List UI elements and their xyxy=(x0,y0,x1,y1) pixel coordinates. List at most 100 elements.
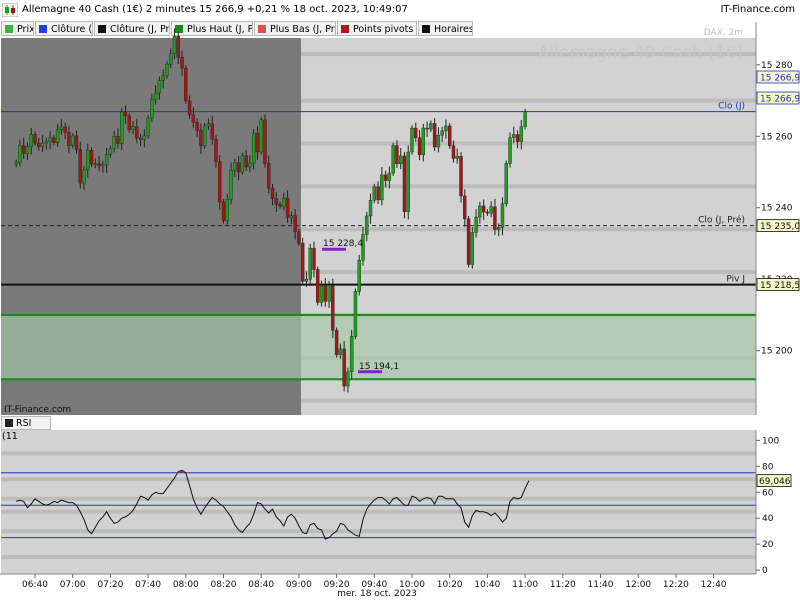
time-tick-label: 06:40 xyxy=(22,580,48,590)
candle-body xyxy=(387,172,392,181)
candle-body xyxy=(463,195,467,220)
candle-body xyxy=(55,129,60,143)
candle-body xyxy=(327,285,331,302)
candle-body xyxy=(312,247,316,270)
candle-body xyxy=(267,163,271,189)
candle-body xyxy=(331,285,335,331)
rsi-tick-label: 20 xyxy=(762,540,774,550)
candle-body xyxy=(63,126,67,133)
candle-body xyxy=(187,100,192,116)
rsi-grid-band xyxy=(1,555,756,560)
grid-band xyxy=(301,227,756,232)
candle-body xyxy=(116,136,120,144)
time-tick-label: 11:00 xyxy=(512,580,538,590)
site-watermark: IT-Finance.com xyxy=(4,405,71,415)
candle-body xyxy=(285,197,290,218)
rsi-grid-band xyxy=(1,451,756,456)
candle-body xyxy=(508,137,512,164)
candle-body xyxy=(52,137,56,143)
candle-body xyxy=(108,148,113,155)
candle-body xyxy=(229,170,233,200)
rsi-grid-band xyxy=(1,477,756,482)
rsi-tick-label: 100 xyxy=(762,436,779,446)
rsi-axis-background xyxy=(756,430,800,574)
price-tag-label: 15 235,0 xyxy=(760,222,800,232)
candle-body xyxy=(251,132,256,164)
time-tick-label: 09:00 xyxy=(286,580,312,590)
candle-body xyxy=(202,125,207,147)
time-tick-label: 07:20 xyxy=(97,580,123,590)
price-tag-label: 15 218,5 xyxy=(760,281,800,291)
candle-body xyxy=(146,117,150,137)
candle-body xyxy=(127,115,131,131)
candle-body xyxy=(504,163,508,205)
candle-body xyxy=(440,130,444,136)
level-label: Piv J xyxy=(726,275,745,285)
candle-body xyxy=(481,205,486,213)
candle-body xyxy=(131,126,135,131)
candle-body xyxy=(274,198,278,205)
candle-body xyxy=(395,145,399,164)
candle-body xyxy=(191,114,196,123)
candle-body xyxy=(500,203,505,228)
candle-body xyxy=(436,134,441,148)
candle-body xyxy=(21,145,26,154)
candle-body xyxy=(316,269,320,303)
candle-body xyxy=(349,336,354,372)
candle-body xyxy=(199,129,203,147)
candle-body xyxy=(429,123,433,130)
time-tick-label: 11:20 xyxy=(550,580,576,590)
candle-body xyxy=(455,156,459,159)
candle-body xyxy=(448,125,452,147)
rsi-grid-band xyxy=(1,509,756,514)
candle-body xyxy=(78,149,82,184)
candle-body xyxy=(497,227,501,230)
candle-body xyxy=(40,142,45,147)
candle-body xyxy=(89,150,94,165)
candle-body xyxy=(365,215,369,235)
candle-body xyxy=(263,119,267,164)
candle-body xyxy=(515,134,520,142)
candle-body xyxy=(101,164,105,167)
candle-body xyxy=(425,127,429,130)
candle-body xyxy=(184,67,188,102)
time-tick-label: 08:00 xyxy=(173,580,199,590)
candle-body xyxy=(150,98,154,119)
candle-body xyxy=(161,75,165,81)
candle-body xyxy=(444,125,448,132)
candle-body xyxy=(214,138,218,162)
candle-body xyxy=(18,145,22,163)
candle-body xyxy=(221,201,226,221)
candle-body xyxy=(59,126,64,130)
candle-body xyxy=(233,162,237,171)
candle-body xyxy=(432,123,437,148)
time-tick-label: 11:40 xyxy=(588,580,614,590)
price-tick-label: 15 280 xyxy=(761,61,793,71)
candle-body xyxy=(255,132,260,153)
candle-body xyxy=(135,126,139,139)
candle-body xyxy=(489,206,493,214)
candle-body xyxy=(391,145,395,174)
candle-body xyxy=(138,137,143,140)
level-label: Clo (J) xyxy=(718,102,745,112)
candle-body xyxy=(459,156,463,197)
candle-body xyxy=(282,197,286,207)
rsi-tab[interactable]: RSI (11 xyxy=(1,416,51,442)
candle-body xyxy=(29,134,33,147)
candle-body xyxy=(334,330,339,355)
date-label: mer. 18 oct. 2023 xyxy=(337,589,417,599)
candle-body xyxy=(74,135,79,150)
rsi-value-label: 69,046 xyxy=(759,477,791,487)
candle-body xyxy=(165,63,169,77)
candle-body xyxy=(210,123,214,140)
candle-body xyxy=(376,186,380,201)
level-label: Clo (J, Pré) xyxy=(698,215,745,226)
chart-title-watermark: Allemagne 40 Cash (1€) xyxy=(538,43,743,63)
rsi-grid-band xyxy=(1,529,756,534)
grid-band xyxy=(301,184,756,189)
candle-body xyxy=(398,155,403,164)
candle-body xyxy=(485,211,490,214)
candle-body xyxy=(470,232,475,265)
candle-body xyxy=(493,206,497,230)
candle-body xyxy=(25,146,30,154)
